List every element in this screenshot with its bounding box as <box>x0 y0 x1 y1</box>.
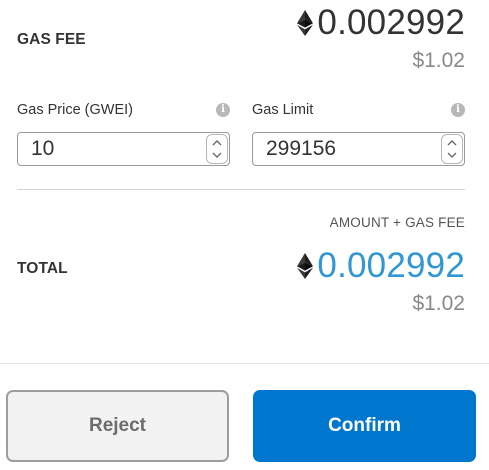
gas-price-label: Gas Price (GWEI) <box>17 102 134 118</box>
gas-fee-amount-group: 0.002992 $1.02 <box>297 3 465 74</box>
gas-price-label-row: Gas Price (GWEI) i <box>17 100 230 120</box>
chevron-up-icon <box>447 140 457 146</box>
gas-limit-stepper <box>441 134 463 164</box>
total-eth-value: 0.002992 <box>317 246 465 285</box>
gas-fee-usd-value: $1.02 <box>412 49 465 72</box>
info-icon[interactable]: i <box>216 103 230 117</box>
amount-plus-gas-fee-caption: AMOUNT + GAS FEE <box>329 215 465 230</box>
gas-price-decrement-button[interactable] <box>210 150 224 161</box>
gas-fee-section: GAS FEE 0.002992 $1.02 <box>17 0 465 90</box>
total-label: TOTAL <box>17 260 68 277</box>
footer-divider <box>0 363 489 364</box>
gas-fee-eth-value: 0.002992 <box>317 3 465 42</box>
gas-limit-label-row: Gas Limit i <box>252 100 465 120</box>
total-eth-amount: 0.002992 <box>297 246 465 286</box>
gas-fee-label: GAS FEE <box>17 31 86 48</box>
gas-limit-field: Gas Limit i <box>252 100 465 166</box>
chevron-down-icon <box>212 152 222 158</box>
gas-fee-eth-amount: 0.002992 <box>297 3 465 43</box>
gas-price-stepper <box>206 134 228 164</box>
section-divider <box>17 189 465 190</box>
reject-button[interactable]: Reject <box>6 390 229 462</box>
ethereum-icon <box>297 253 314 279</box>
confirm-transaction-panel: GAS FEE 0.002992 $1.02 Gas Price (GWEI) <box>0 0 489 470</box>
gas-limit-label: Gas Limit <box>252 102 314 118</box>
gas-limit-input-box <box>252 132 465 166</box>
chevron-up-icon <box>212 140 222 146</box>
gas-inputs-row: Gas Price (GWEI) i 10 Gas Limit i 299156 <box>17 100 465 170</box>
gas-limit-increment-button[interactable] <box>445 138 459 149</box>
confirm-button[interactable]: Confirm <box>253 390 476 462</box>
ethereum-icon <box>297 10 314 36</box>
gas-price-field: Gas Price (GWEI) i <box>17 100 230 166</box>
info-icon[interactable]: i <box>451 103 465 117</box>
gas-price-increment-button[interactable] <box>210 138 224 149</box>
gas-price-input-box <box>17 132 230 166</box>
gas-price-input[interactable] <box>18 133 203 165</box>
gas-limit-decrement-button[interactable] <box>445 150 459 161</box>
chevron-down-icon <box>447 152 457 158</box>
total-section: AMOUNT + GAS FEE TOTAL 0.002992 $1.02 <box>17 212 465 332</box>
total-amount-group: 0.002992 $1.02 <box>297 246 465 317</box>
total-usd-value: $1.02 <box>412 292 465 315</box>
gas-limit-input[interactable] <box>253 133 438 165</box>
